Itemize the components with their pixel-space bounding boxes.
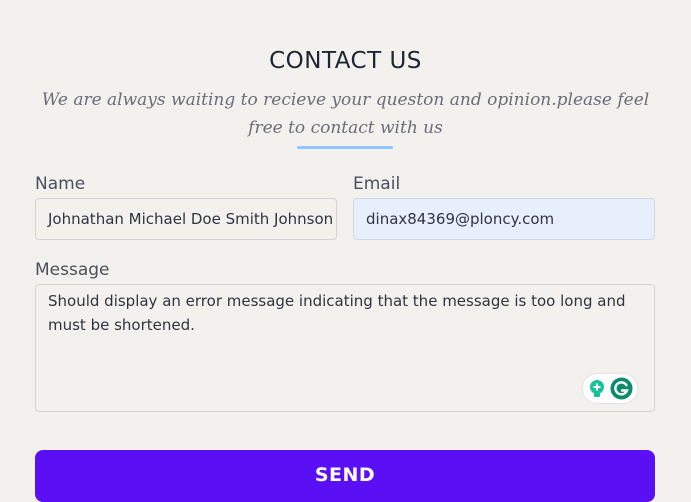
name-input[interactable]: Johnathan Michael Doe Smith Johnson — [35, 198, 337, 240]
contact-subtitle: We are always waiting to recieve your qu… — [41, 90, 650, 138]
title-underline — [297, 146, 393, 149]
send-button[interactable]: SEND — [35, 450, 655, 502]
email-label: Email — [353, 174, 401, 194]
grammarly-widget[interactable] — [583, 374, 637, 403]
message-textarea[interactable]: Should display an error message indicati… — [35, 284, 655, 412]
name-label: Name — [35, 174, 86, 194]
contact-title: CONTACT US — [269, 48, 422, 74]
message-label: Message — [35, 260, 110, 280]
grammarly-g-icon[interactable] — [610, 377, 633, 400]
email-input[interactable]: dinax84369@ploncy.com — [353, 198, 655, 240]
lightbulb-icon[interactable] — [587, 379, 607, 399]
